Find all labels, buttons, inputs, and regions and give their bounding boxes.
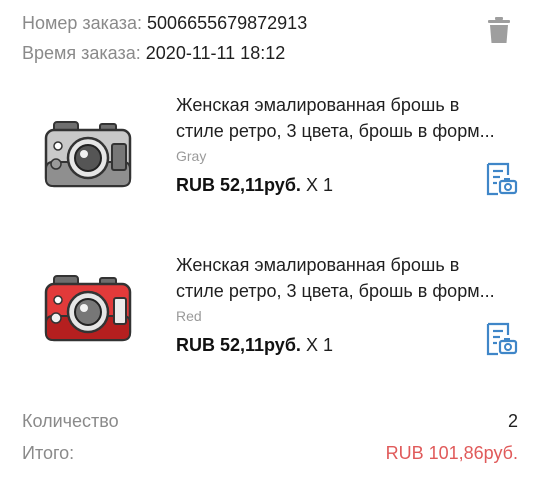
order-number-value: 5006655679872913 xyxy=(147,13,308,33)
order-time-label: Время заказа: xyxy=(22,43,141,63)
order-item[interactable]: Женская эмалированная брошь в стиле ретр… xyxy=(0,250,540,410)
item-variant: Red xyxy=(176,308,202,324)
product-image-red-camera[interactable] xyxy=(40,270,140,350)
item-title-line-1: Женская эмалированная брошь в xyxy=(176,255,460,275)
item-price: RUB 52,11руб. xyxy=(176,335,301,355)
item-title-line-2: стиле ретро, 3 цвета, брошь в форм... xyxy=(176,281,495,301)
item-title[interactable]: Женская эмалированная брошь в стиле ретр… xyxy=(176,92,521,144)
item-quantity: X 1 xyxy=(305,175,333,195)
total-summary-row: Итого: RUB 101,86руб. xyxy=(22,442,518,464)
item-variant: Gray xyxy=(176,148,207,164)
product-image-gray-camera[interactable] xyxy=(40,116,140,196)
document-camera-icon[interactable] xyxy=(484,162,518,196)
quantity-value: 2 xyxy=(507,411,518,431)
document-camera-icon[interactable] xyxy=(484,322,518,356)
order-time-row: Время заказа: 2020-11-11 18:12 xyxy=(22,42,285,64)
item-price-row: RUB 52,11руб. X 1 xyxy=(176,334,333,356)
item-price: RUB 52,11руб. xyxy=(176,175,301,195)
total-label: Итого: xyxy=(22,443,75,463)
item-title-line-1: Женская эмалированная брошь в xyxy=(176,95,460,115)
order-number-label: Номер заказа: xyxy=(22,13,143,33)
order-number-row: Номер заказа: 5006655679872913 xyxy=(22,12,307,34)
item-price-row: RUB 52,11руб. X 1 xyxy=(176,174,333,196)
trash-icon[interactable] xyxy=(488,17,510,43)
item-title-line-2: стиле ретро, 3 цвета, брошь в форм... xyxy=(176,121,495,141)
order-item[interactable]: Женская эмалированная брошь в стиле ретр… xyxy=(0,90,540,250)
quantity-label: Количество xyxy=(22,411,119,431)
item-title[interactable]: Женская эмалированная брошь в стиле ретр… xyxy=(176,252,521,304)
order-time-value: 2020-11-11 18:12 xyxy=(145,43,286,63)
item-quantity: X 1 xyxy=(305,335,333,355)
quantity-summary-row: Количество 2 xyxy=(22,410,518,432)
total-value: RUB 101,86руб. xyxy=(385,443,518,463)
